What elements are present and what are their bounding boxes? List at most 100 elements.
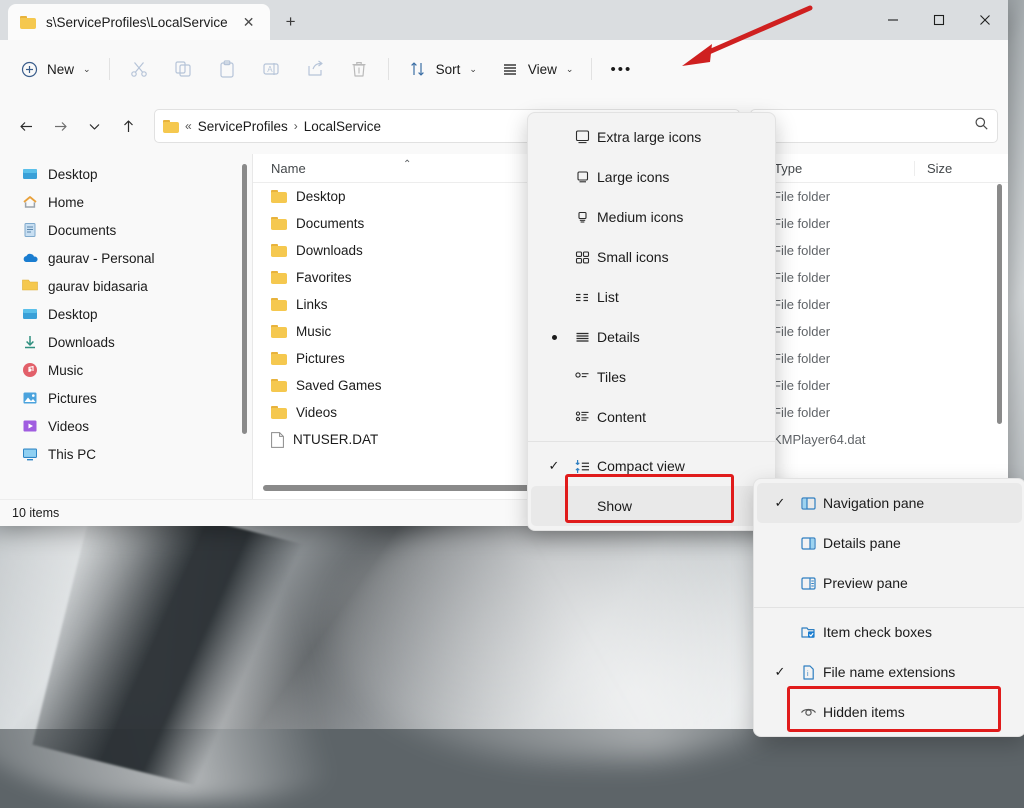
sidebar-item-desktop-2[interactable]: Desktop [0, 300, 252, 328]
file-name-cell[interactable]: Favorites [253, 270, 501, 285]
minimize-icon[interactable] [870, 0, 916, 40]
sidebar-item-label: Downloads [48, 334, 115, 350]
sidebar-item-downloads[interactable]: Downloads [0, 328, 252, 356]
menu-item-item-check-boxes[interactable]: Item check boxes [757, 612, 1022, 652]
menu-item-compact-view[interactable]: ✓ Compact view [531, 446, 772, 486]
breadcrumb-crumb-serviceprofiles[interactable]: ServiceProfiles [198, 119, 288, 134]
column-header-type[interactable]: Type [761, 160, 914, 176]
check-icon: ✓ [774, 495, 786, 510]
sort-button[interactable]: Sort ⌄ [397, 52, 487, 86]
sidebar-item-label: gaurav bidasaria [48, 278, 148, 294]
file-name-cell[interactable]: Links [253, 297, 501, 312]
new-tab-button[interactable]: + [276, 7, 306, 37]
sidebar-item-home[interactable]: Home [0, 188, 252, 216]
window-controls [870, 0, 1008, 40]
folder-icon [163, 119, 179, 133]
file-type-cell: File folder [773, 351, 831, 366]
breadcrumb-crumb-localservice[interactable]: LocalService [304, 119, 381, 134]
rename-button[interactable]: A [250, 52, 292, 86]
more-options-button[interactable]: ••• [600, 52, 642, 86]
copy-icon [172, 58, 194, 80]
check-icon: ✓ [774, 664, 786, 679]
sidebar-item-label: gaurav - Personal [48, 250, 155, 266]
sidebar-item-music[interactable]: Music [0, 356, 252, 384]
sidebar-item-label: Videos [48, 418, 90, 434]
tab-localservice[interactable]: s\ServiceProfiles\LocalService ✕ [8, 4, 270, 40]
menu-item-medium-icons[interactable]: Medium icons [531, 197, 772, 237]
search-icon[interactable] [974, 116, 989, 136]
menu-item-small-icons[interactable]: Small icons [531, 237, 772, 277]
menu-item-list[interactable]: List [531, 277, 772, 317]
menu-item-content[interactable]: Content [531, 397, 772, 437]
file-name-label: Videos [296, 405, 338, 420]
item-check-boxes-icon [793, 623, 823, 642]
delete-button[interactable] [338, 52, 380, 86]
file-name-cell[interactable]: NTUSER.DAT [253, 431, 501, 448]
file-name-cell[interactable]: Pictures [253, 351, 501, 366]
sidebar-item-videos[interactable]: Videos [0, 412, 252, 440]
menu-item-details-pane[interactable]: Details pane [757, 523, 1022, 563]
menu-item-preview-pane[interactable]: Preview pane [757, 563, 1022, 603]
menu-item-extra-large-icons[interactable]: Extra large icons [531, 117, 772, 157]
menu-item-navigation-pane[interactable]: ✓ Navigation pane [757, 483, 1022, 523]
sidebar-item-gaurav-bidasaria[interactable]: gaurav bidasaria [0, 272, 252, 300]
menu-item-label: Extra large icons [597, 129, 702, 145]
folder-icon [22, 278, 39, 295]
close-icon[interactable]: ✕ [238, 11, 260, 33]
file-name-label: Downloads [296, 243, 363, 258]
search-input[interactable] [759, 117, 974, 135]
file-name-cell[interactable]: Documents [253, 216, 501, 231]
extra-large-icons-icon [567, 128, 597, 147]
back-button[interactable] [10, 110, 42, 142]
new-button-label: New [47, 61, 75, 77]
file-name-label: Desktop [296, 189, 346, 204]
folder-icon [271, 406, 287, 419]
file-type-cell: File folder [773, 243, 831, 258]
sidebar-item-desktop[interactable]: Desktop [0, 160, 252, 188]
new-button[interactable]: New ⌄ [8, 52, 101, 86]
forward-button[interactable] [44, 110, 76, 142]
sidebar-item-this-pc[interactable]: This PC [0, 440, 252, 468]
explorer-body: Desktop Home Documents gaurav - Personal… [0, 154, 1008, 499]
file-list-vertical-scrollbar[interactable] [997, 184, 1002, 424]
copy-button[interactable] [162, 52, 204, 86]
file-name-cell[interactable]: Saved Games [253, 378, 501, 393]
cut-button[interactable] [118, 52, 160, 86]
menu-item-label: Hidden items [823, 704, 905, 720]
search-box[interactable] [750, 109, 998, 143]
menu-item-file-name-extensions[interactable]: ✓ i File name extensions [757, 652, 1022, 692]
breadcrumb-overflow[interactable]: « [185, 119, 192, 133]
file-icon [271, 431, 284, 448]
menu-item-hidden-items[interactable]: Hidden items [757, 692, 1022, 732]
close-icon[interactable] [962, 0, 1008, 40]
column-header-name[interactable]: Name ⌃ [253, 159, 501, 176]
toolbar-divider-2 [387, 58, 389, 80]
recent-locations-button[interactable] [78, 110, 110, 142]
file-type-cell: File folder [773, 189, 831, 204]
sidebar-item-onedrive-personal[interactable]: gaurav - Personal [0, 244, 252, 272]
menu-item-tiles[interactable]: Tiles [531, 357, 772, 397]
file-name-cell[interactable]: Videos [253, 405, 501, 420]
share-button[interactable] [294, 52, 336, 86]
folder-icon [271, 298, 287, 311]
sidebar-scrollbar[interactable] [242, 164, 247, 434]
up-button[interactable] [112, 110, 144, 142]
paste-button[interactable] [206, 52, 248, 86]
folder-icon [271, 271, 287, 284]
file-type-cell: File folder [773, 297, 831, 312]
menu-item-large-icons[interactable]: Large icons [531, 157, 772, 197]
title-bar: s\ServiceProfiles\LocalService ✕ + [0, 0, 1008, 40]
menu-item-details[interactable]: Details [531, 317, 772, 357]
column-header-size[interactable]: Size [914, 160, 997, 176]
file-name-cell[interactable]: Downloads [253, 243, 501, 258]
sidebar-item-documents[interactable]: Documents [0, 216, 252, 244]
file-name-cell[interactable]: Music [253, 324, 501, 339]
view-button[interactable]: View ⌄ [489, 52, 584, 86]
menu-item-show[interactable]: Show › [531, 486, 772, 526]
maximize-icon[interactable] [916, 0, 962, 40]
pictures-icon [22, 390, 39, 407]
sidebar-item-pictures[interactable]: Pictures [0, 384, 252, 412]
svg-text:A: A [267, 65, 273, 74]
chevron-down-icon: ⌄ [565, 63, 574, 74]
file-name-cell[interactable]: Desktop [253, 189, 501, 204]
